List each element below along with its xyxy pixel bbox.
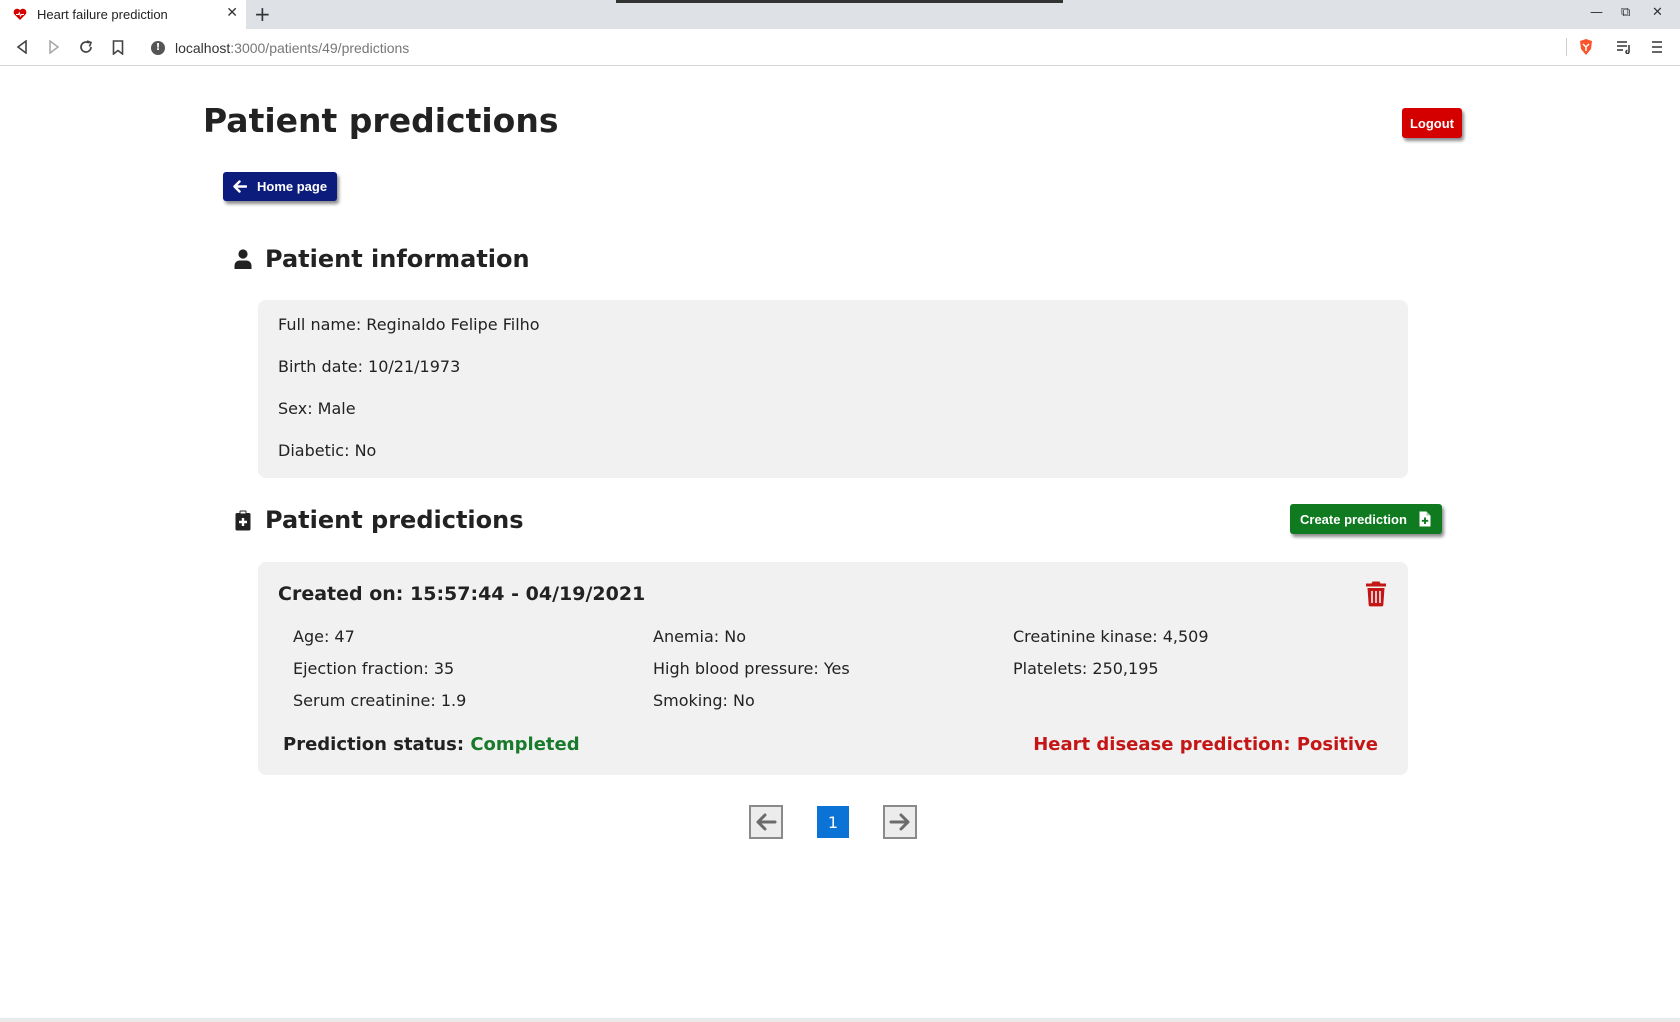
previous-page-button[interactable]: [749, 805, 783, 839]
arrow-right-icon: [889, 813, 911, 831]
logout-button[interactable]: Logout: [1402, 108, 1462, 138]
field-platelets: Platelets: 250,195: [1013, 659, 1159, 678]
page-number-button[interactable]: 1: [817, 806, 849, 838]
prediction-created: Created on: 15:57:44 - 04/19/2021: [278, 583, 646, 605]
prediction-status-label: Prediction status:: [283, 734, 465, 755]
field-high-blood-pressure: High blood pressure: Yes: [653, 659, 850, 678]
browser-toolbar: ! localhost:3000/patients/49/predictions: [0, 29, 1680, 66]
field-age: Age: 47: [293, 627, 355, 646]
minimize-icon[interactable]: —: [1590, 5, 1603, 20]
url-bar[interactable]: ! localhost:3000/patients/49/predictions: [140, 34, 1602, 61]
page-bottom-edge: [0, 1018, 1680, 1022]
arrow-left-icon: [755, 813, 777, 831]
patient-info-heading: Patient information: [233, 245, 530, 273]
patient-info-card: Full name: Reginaldo Felipe Filho Birth …: [258, 300, 1408, 478]
media-playlist-icon[interactable]: [1615, 38, 1633, 56]
predictions-title: Patient predictions: [265, 506, 524, 534]
next-page-button[interactable]: [883, 805, 917, 839]
restore-icon[interactable]: ⧉: [1621, 5, 1630, 20]
new-tab-icon[interactable]: +: [254, 2, 271, 26]
forward-icon[interactable]: [45, 38, 63, 56]
birth-date: Birth date: 10/21/1973: [278, 357, 461, 376]
toolbar-divider: [1566, 38, 1567, 56]
brave-shield-icon[interactable]: [1577, 38, 1595, 56]
page-title: Patient predictions: [203, 101, 559, 140]
window-close-icon[interactable]: ✕: [1652, 5, 1663, 20]
home-page-button[interactable]: Home page: [223, 172, 337, 201]
bookmark-icon[interactable]: [109, 38, 127, 56]
tab-title: Heart failure prediction: [37, 7, 168, 22]
create-prediction-button[interactable]: Create prediction: [1290, 504, 1442, 534]
sex: Sex: Male: [278, 399, 356, 418]
site-info-icon[interactable]: !: [151, 40, 165, 55]
trash-icon[interactable]: [1364, 580, 1388, 608]
patient-info-title: Patient information: [265, 245, 530, 273]
close-tab-icon[interactable]: ✕: [226, 5, 238, 21]
browser-tab[interactable]: Heart failure prediction ✕: [0, 0, 246, 29]
menu-icon[interactable]: [1648, 38, 1666, 56]
prediction-result: Heart disease prediction: Positive: [1033, 734, 1378, 755]
user-icon: [233, 248, 253, 270]
browser-tab-bar: Heart failure prediction ✕ + — ⧉ ✕: [0, 0, 1680, 29]
clipboard-medical-icon: [233, 509, 253, 531]
url-path: :3000/patients/49/predictions: [230, 39, 410, 56]
field-creatinine-kinase: Creatinine kinase: 4,509: [1013, 627, 1209, 646]
field-anemia: Anemia: No: [653, 627, 746, 646]
heart-favicon-icon: [13, 8, 27, 22]
create-prediction-label: Create prediction: [1300, 511, 1407, 527]
predictions-heading: Patient predictions: [233, 506, 524, 534]
back-icon[interactable]: [13, 38, 31, 56]
field-smoking: Smoking: No: [653, 691, 755, 710]
prediction-status-value: Completed: [470, 734, 580, 755]
home-page-label: Home page: [257, 179, 328, 194]
prediction-status: Prediction status: Completed: [283, 734, 580, 755]
url-host: localhost: [175, 39, 231, 56]
arrow-left-icon: [233, 180, 247, 193]
loading-bar: [616, 0, 1063, 3]
field-ejection-fraction: Ejection fraction: 35: [293, 659, 455, 678]
prediction-card: Created on: 15:57:44 - 04/19/2021 Age: 4…: [258, 562, 1408, 775]
field-serum-creatinine: Serum creatinine: 1.9: [293, 691, 467, 710]
file-plus-icon: [1419, 511, 1431, 527]
full-name: Full name: Reginaldo Felipe Filho: [278, 315, 540, 334]
diabetic: Diabetic: No: [278, 441, 377, 460]
reload-icon[interactable]: [77, 38, 95, 56]
